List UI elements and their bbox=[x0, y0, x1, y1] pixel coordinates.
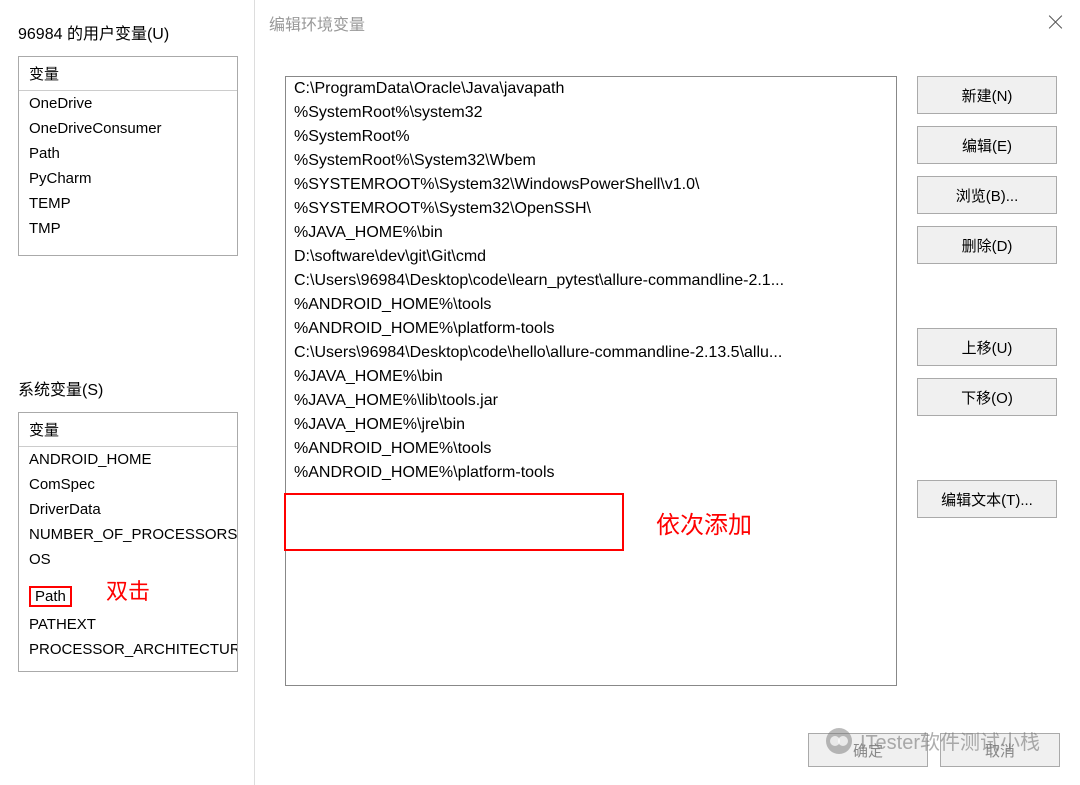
annotation-add-sequentially: 依次添加 bbox=[656, 505, 752, 540]
annotation-double-click: 双击 bbox=[106, 574, 150, 606]
delete-button[interactable]: 删除(D) bbox=[917, 226, 1057, 264]
sys-var-item[interactable]: DriverData bbox=[19, 497, 237, 522]
edit-text-button[interactable]: 编辑文本(T)... bbox=[917, 480, 1057, 518]
path-item[interactable]: %JAVA_HOME%\jre\bin bbox=[286, 413, 896, 437]
path-item[interactable]: D:\software\dev\git\Git\cmd bbox=[286, 245, 896, 269]
dialog-title: 编辑环境变量 bbox=[269, 11, 365, 35]
edit-button[interactable]: 编辑(E) bbox=[917, 126, 1057, 164]
path-item[interactable]: %ANDROID_HOME%\tools bbox=[286, 437, 896, 461]
move-up-button[interactable]: 上移(U) bbox=[917, 328, 1057, 366]
edit-env-var-dialog: 编辑环境变量 C:\ProgramData\Oracle\Java\javapa… bbox=[254, 0, 1080, 785]
path-item[interactable]: %ANDROID_HOME%\tools bbox=[286, 293, 896, 317]
sys-var-item[interactable]: PROCESSOR_ARCHITECTURE bbox=[19, 637, 237, 662]
path-item[interactable]: %ANDROID_HOME%\platform-tools bbox=[286, 317, 896, 341]
path-item[interactable]: C:\Users\96984\Desktop\code\hello\allure… bbox=[286, 341, 896, 365]
cancel-button[interactable]: 取消 bbox=[940, 733, 1060, 767]
column-header-variable: 变量 bbox=[19, 57, 237, 91]
path-item[interactable]: %SystemRoot% bbox=[286, 125, 896, 149]
sys-var-item-path[interactable]: Path 双击 bbox=[19, 572, 237, 612]
new-button[interactable]: 新建(N) bbox=[917, 76, 1057, 114]
path-item[interactable]: C:\ProgramData\Oracle\Java\javapath bbox=[286, 77, 896, 101]
path-item[interactable]: %SystemRoot%\System32\Wbem bbox=[286, 149, 896, 173]
user-vars-label: 96984 的用户变量(U) bbox=[18, 20, 250, 44]
move-down-button[interactable]: 下移(O) bbox=[917, 378, 1057, 416]
system-vars-label: 系统变量(S) bbox=[18, 376, 250, 400]
path-values-list[interactable]: C:\ProgramData\Oracle\Java\javapath %Sys… bbox=[285, 76, 897, 686]
path-highlighted[interactable]: Path bbox=[29, 586, 72, 607]
user-var-item[interactable]: PyCharm bbox=[19, 166, 237, 191]
sys-var-item[interactable]: PATHEXT bbox=[19, 612, 237, 637]
dialog-titlebar: 编辑环境变量 bbox=[255, 0, 1080, 46]
user-var-item[interactable]: OneDriveConsumer bbox=[19, 116, 237, 141]
column-header-variable: 变量 bbox=[19, 413, 237, 447]
path-item[interactable]: %JAVA_HOME%\bin bbox=[286, 365, 896, 389]
user-var-item[interactable]: TMP bbox=[19, 216, 237, 241]
ok-button[interactable]: 确定 bbox=[808, 733, 928, 767]
sys-var-item[interactable]: ComSpec bbox=[19, 472, 237, 497]
sys-var-item[interactable]: NUMBER_OF_PROCESSORS bbox=[19, 522, 237, 547]
dialog-footer: 确定 取消 bbox=[808, 733, 1060, 767]
user-var-item[interactable]: TEMP bbox=[19, 191, 237, 216]
user-var-item[interactable]: Path bbox=[19, 141, 237, 166]
user-vars-list[interactable]: 变量 OneDrive OneDriveConsumer Path PyChar… bbox=[18, 56, 238, 256]
system-vars-list[interactable]: 变量 ANDROID_HOME ComSpec DriverData NUMBE… bbox=[18, 412, 238, 672]
sys-var-item[interactable]: OS bbox=[19, 547, 237, 572]
sys-var-item[interactable]: ANDROID_HOME bbox=[19, 447, 237, 472]
path-item[interactable]: %JAVA_HOME%\lib\tools.jar bbox=[286, 389, 896, 413]
path-item[interactable]: %ANDROID_HOME%\platform-tools bbox=[286, 461, 896, 485]
path-item[interactable]: %JAVA_HOME%\bin bbox=[286, 221, 896, 245]
user-var-item[interactable]: OneDrive bbox=[19, 91, 237, 116]
close-icon[interactable] bbox=[1046, 12, 1066, 32]
env-vars-background-panel: 96984 的用户变量(U) 变量 OneDrive OneDriveConsu… bbox=[0, 0, 250, 785]
annotation-highlight-box bbox=[284, 493, 624, 551]
path-item[interactable]: %SystemRoot%\system32 bbox=[286, 101, 896, 125]
browse-button[interactable]: 浏览(B)... bbox=[917, 176, 1057, 214]
path-item[interactable]: C:\Users\96984\Desktop\code\learn_pytest… bbox=[286, 269, 896, 293]
dialog-button-column: 新建(N) 编辑(E) 浏览(B)... 删除(D) 上移(U) 下移(O) 编… bbox=[917, 76, 1057, 686]
path-item[interactable]: %SYSTEMROOT%\System32\WindowsPowerShell\… bbox=[286, 173, 896, 197]
path-item[interactable]: %SYSTEMROOT%\System32\OpenSSH\ bbox=[286, 197, 896, 221]
